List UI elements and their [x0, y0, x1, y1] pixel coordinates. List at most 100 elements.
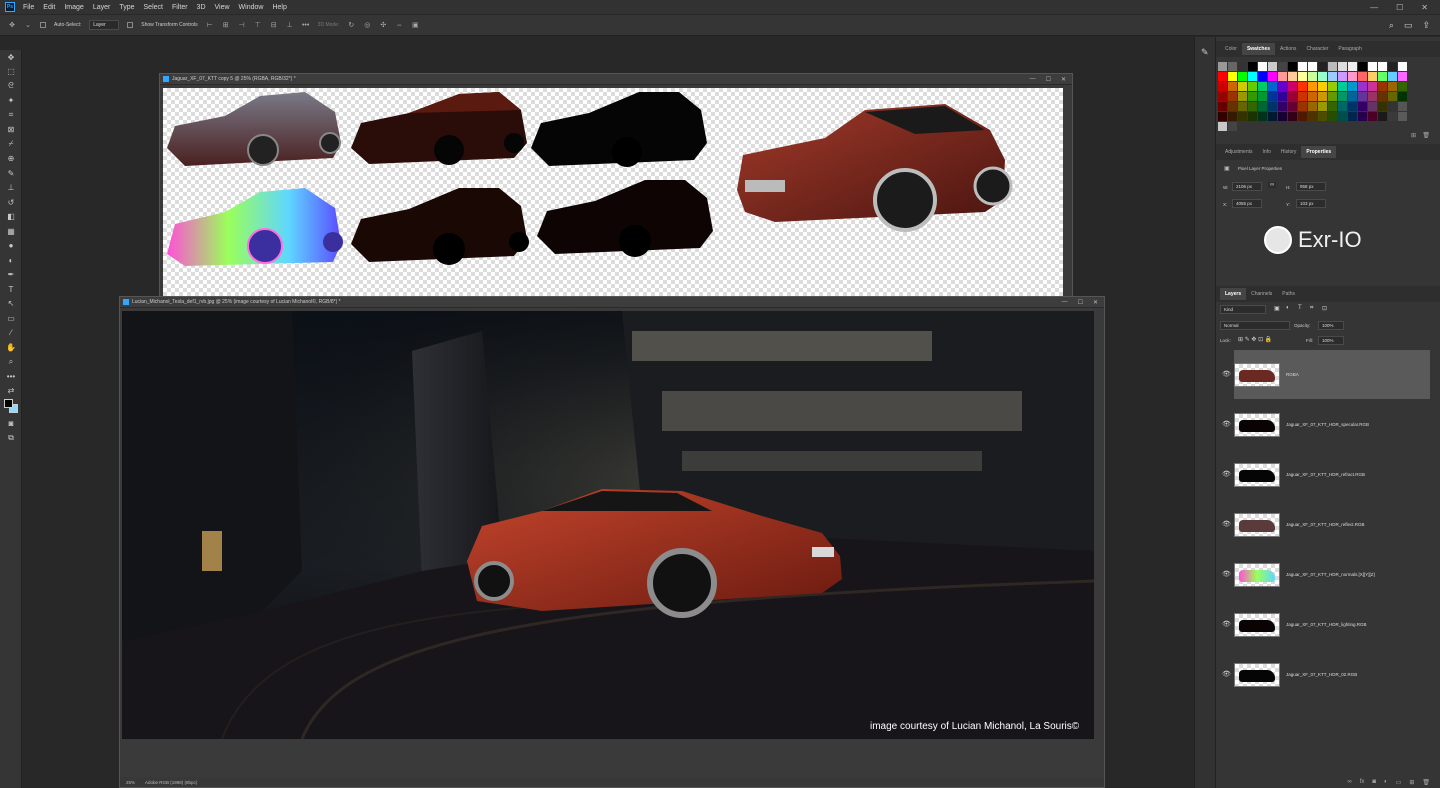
menu-layer[interactable]: Layer: [93, 4, 111, 11]
swatch[interactable]: [1398, 62, 1407, 71]
transform-controls-checkbox[interactable]: [127, 22, 134, 28]
swatch[interactable]: [1388, 72, 1397, 81]
eraser-icon[interactable]: ◧: [0, 210, 22, 225]
swatch[interactable]: [1218, 102, 1227, 111]
swatch[interactable]: [1248, 102, 1257, 111]
jaguar-canvas[interactable]: [163, 88, 1063, 305]
hand-icon[interactable]: ✋: [0, 340, 22, 355]
swatch[interactable]: [1328, 82, 1337, 91]
swatch[interactable]: [1288, 82, 1297, 91]
swatch[interactable]: [1388, 112, 1397, 121]
swatch[interactable]: [1228, 92, 1237, 101]
swatch[interactable]: [1258, 122, 1267, 131]
swatch[interactable]: [1388, 102, 1397, 111]
swatch[interactable]: [1348, 82, 1357, 91]
swatch[interactable]: [1278, 72, 1287, 81]
chevron-down-icon[interactable]: ⌄: [24, 21, 32, 29]
frame-icon[interactable]: ⊠: [0, 123, 22, 138]
height-field[interactable]: 958 px: [1296, 182, 1326, 191]
tab-properties[interactable]: Properties: [1301, 146, 1337, 158]
filter-type-icon[interactable]: T: [1298, 305, 1302, 311]
swatch[interactable]: [1378, 122, 1387, 131]
document-title-bar[interactable]: Jaguar_XF_07_KTT copy 5 @ 25% (RGBA, RGB…: [160, 74, 1072, 85]
swatch[interactable]: [1368, 112, 1377, 121]
doc-close-icon[interactable]: ✕: [1093, 299, 1098, 306]
group-icon[interactable]: ▭: [1396, 779, 1402, 786]
healing-icon[interactable]: ⊕: [0, 152, 22, 167]
3d-roll-icon[interactable]: ◎: [363, 21, 371, 29]
tab-character[interactable]: Character: [1301, 43, 1333, 55]
move-tool-icon[interactable]: ✥: [8, 21, 16, 29]
menu-image[interactable]: Image: [64, 4, 83, 11]
menu-help[interactable]: Help: [272, 4, 286, 11]
swatch[interactable]: [1368, 102, 1377, 111]
swatch[interactable]: [1338, 72, 1347, 81]
3d-pan-icon[interactable]: ✣: [379, 21, 387, 29]
lock-pixels-icon[interactable]: ⊞ ✎ ✥ ⊡ 🔒: [1238, 336, 1272, 343]
doc-maximize-icon[interactable]: ☐: [1046, 76, 1051, 83]
document-title-bar[interactable]: Lucian_Michanol_Tesla_def1_rvb.jpg @ 25%…: [120, 297, 1104, 308]
tesla-canvas[interactable]: image courtesy of Lucian Michanol, La So…: [122, 311, 1094, 739]
swatch[interactable]: [1388, 82, 1397, 91]
swatch[interactable]: [1298, 82, 1307, 91]
visibility-eye-icon[interactable]: 👁: [1222, 420, 1231, 428]
brush-settings-icon[interactable]: ✎: [1201, 47, 1215, 58]
menu-select[interactable]: Select: [144, 4, 163, 11]
swatch[interactable]: [1218, 112, 1227, 121]
menu-view[interactable]: View: [215, 4, 230, 11]
swatch[interactable]: [1268, 102, 1277, 111]
swatch[interactable]: [1358, 122, 1367, 131]
swatch[interactable]: [1398, 82, 1407, 91]
swatch[interactable]: [1238, 62, 1247, 71]
swatch[interactable]: [1328, 72, 1337, 81]
auto-select-dropdown[interactable]: Layer: [89, 20, 120, 30]
filter-pixel-icon[interactable]: ▣: [1274, 305, 1280, 312]
swatch[interactable]: [1368, 82, 1377, 91]
swatch[interactable]: [1228, 62, 1237, 71]
swatch[interactable]: [1378, 112, 1387, 121]
quick-mask-icon[interactable]: ◙: [0, 416, 22, 431]
tab-info[interactable]: Info: [1258, 146, 1276, 158]
swatch[interactable]: [1338, 82, 1347, 91]
doc-close-icon[interactable]: ✕: [1061, 76, 1066, 83]
adjustment-layer-icon[interactable]: ◐: [1384, 779, 1388, 786]
delete-swatch-icon[interactable]: 🗑: [1422, 132, 1430, 139]
swatch[interactable]: [1358, 82, 1367, 91]
swatch[interactable]: [1288, 92, 1297, 101]
menu-file[interactable]: File: [23, 4, 34, 11]
tab-paths[interactable]: Paths: [1277, 288, 1300, 300]
3d-slide-icon[interactable]: ⇔: [395, 21, 403, 29]
tab-swatches[interactable]: Swatches: [1241, 43, 1276, 55]
swatch[interactable]: [1278, 62, 1287, 71]
layer-row[interactable]: 👁 Jaguar_XF_07_KTT_HDR_specular.RGB: [1222, 400, 1430, 449]
visibility-eye-icon[interactable]: 👁: [1222, 620, 1231, 628]
swatch[interactable]: [1298, 62, 1307, 71]
fx-icon[interactable]: fx: [1360, 779, 1365, 786]
swatch[interactable]: [1328, 112, 1337, 121]
swatch[interactable]: [1398, 72, 1407, 81]
align-bottom-icon[interactable]: ⊥: [286, 21, 294, 29]
swatch[interactable]: [1338, 92, 1347, 101]
swatch[interactable]: [1298, 102, 1307, 111]
swatch[interactable]: [1278, 92, 1287, 101]
swatch[interactable]: [1258, 72, 1267, 81]
layer-row[interactable]: 👁 Jaguar_XF_07_KTT_HDR_refract.RGB: [1222, 450, 1430, 499]
foreground-color[interactable]: [4, 399, 13, 408]
filter-adjust-icon[interactable]: ◐: [1286, 305, 1290, 311]
swatch[interactable]: [1258, 92, 1267, 101]
swatch[interactable]: [1318, 122, 1327, 131]
swatch[interactable]: [1228, 72, 1237, 81]
zoom-icon[interactable]: ⌕: [0, 355, 22, 370]
tab-history[interactable]: History: [1276, 146, 1302, 158]
swatch[interactable]: [1278, 122, 1287, 131]
color-swatches[interactable]: [0, 398, 21, 416]
swatch[interactable]: [1238, 92, 1247, 101]
layer-row[interactable]: 👁 Jaguar_XF_07_KTT_HDR_02.RGB: [1222, 650, 1430, 699]
swatch[interactable]: [1318, 102, 1327, 111]
tab-layers[interactable]: Layers: [1220, 288, 1247, 300]
swatch[interactable]: [1328, 62, 1337, 71]
layer-row[interactable]: 👁 Jaguar_XF_07_KTT_HDR_lighting.RGB: [1222, 600, 1430, 649]
menu-filter[interactable]: Filter: [172, 4, 188, 11]
swatch[interactable]: [1318, 92, 1327, 101]
workspace-icon[interactable]: ▭: [1404, 20, 1413, 31]
